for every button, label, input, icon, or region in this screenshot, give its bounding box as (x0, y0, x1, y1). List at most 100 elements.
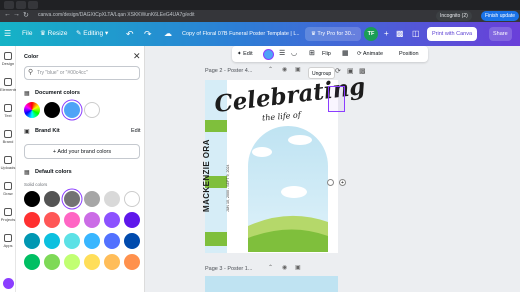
corner-rounding-icon[interactable]: ◡ (291, 46, 297, 62)
default-color-swatch[interactable] (64, 233, 80, 249)
print-with-canva-button[interactable]: Print with Canva (427, 27, 478, 41)
editing-mode-button[interactable]: ✎ Editing ▾ (76, 22, 108, 46)
default-color-swatch[interactable] (64, 254, 80, 270)
lock-icon[interactable]: ▣ (295, 66, 301, 73)
default-color-swatch[interactable] (84, 191, 100, 207)
default-color-swatch[interactable] (124, 212, 140, 228)
fill-color-button[interactable] (264, 50, 273, 59)
poster-dates[interactable]: JUN 10, 2000 - SEPT 9, 2024 (226, 152, 230, 212)
editing-label: Editing (83, 30, 104, 37)
next-page-preview[interactable] (205, 276, 338, 292)
close-icon[interactable]: ✕ (133, 51, 141, 62)
insights-icon[interactable]: ▩ (396, 22, 404, 46)
color-search-placeholder: Try "blue" or "#00c4cc" (37, 70, 88, 76)
try-pro-button[interactable]: ♛ Try Pro for 30... (305, 27, 362, 41)
document-title[interactable]: Copy of Floral 07B Funeral Poster Templa… (182, 28, 300, 40)
resize-label: Resize (47, 30, 68, 37)
url-text[interactable]: canva.com/design/DAGXtCpXLTA/Lqan XSKKWu… (38, 12, 194, 18)
document-color-swatch[interactable] (84, 102, 100, 118)
default-color-swatch[interactable] (84, 212, 100, 228)
rail-label: Uploads (0, 165, 16, 170)
comment-icon[interactable]: ◫ (412, 22, 420, 46)
undo-icon[interactable]: ↶ (126, 22, 134, 46)
animate-button[interactable]: ⟳ Animate (357, 46, 383, 62)
chevron-up-icon[interactable]: ⌃ (268, 66, 273, 73)
edit-image-button[interactable]: ✦ Edit (237, 46, 253, 62)
browser-tab[interactable] (16, 1, 26, 9)
rail-item-elements[interactable]: Elements (0, 78, 17, 92)
rail-item-projects[interactable]: Projects (0, 208, 16, 222)
page-label[interactable]: Page 3 - Poster 1... (205, 266, 252, 272)
flip-button[interactable]: Flip (322, 46, 331, 62)
rotate-icon[interactable]: ⟳ (335, 67, 341, 75)
default-color-swatch[interactable] (44, 254, 60, 270)
eye-icon[interactable]: ◉ (282, 66, 287, 73)
default-color-swatch[interactable] (24, 191, 40, 207)
default-color-swatch[interactable] (84, 254, 100, 270)
redo-icon[interactable]: ↷ (144, 22, 152, 46)
rail-item-text[interactable]: Text (0, 104, 16, 118)
file-menu-button[interactable]: File (22, 22, 32, 46)
brand-icon (4, 130, 12, 138)
browser-tab[interactable] (28, 1, 38, 9)
crop-icon[interactable]: ⊞ (309, 46, 315, 62)
eye-icon[interactable]: ◉ (282, 264, 287, 271)
resize-button[interactable]: ♛ Resize (40, 22, 68, 46)
default-color-swatch[interactable] (24, 233, 40, 249)
default-color-swatch[interactable] (24, 212, 40, 228)
rail-item-design[interactable]: Design (0, 52, 16, 66)
rail-item-uploads[interactable]: Uploads (0, 156, 16, 170)
default-color-swatch[interactable] (64, 212, 80, 228)
brand-kit-heading: Brand Kit (35, 128, 60, 134)
default-color-swatch[interactable] (44, 233, 60, 249)
transparency-icon[interactable]: ▦ (342, 46, 349, 62)
rail-label: Elements (0, 87, 17, 92)
default-color-swatch[interactable] (24, 254, 40, 270)
lock-icon[interactable]: ▣ (295, 264, 301, 271)
brand-kit-edit-link[interactable]: Edit (131, 128, 140, 134)
document-color-swatch[interactable] (44, 102, 60, 118)
rail-item-draw[interactable]: Draw (0, 182, 16, 196)
page-label[interactable]: Page 2 - Poster 4... (205, 68, 252, 74)
selection-frame[interactable] (328, 86, 345, 112)
add-element-handle[interactable]: + (339, 179, 346, 186)
default-color-swatch[interactable] (44, 212, 60, 228)
default-color-swatch[interactable] (124, 191, 140, 207)
incognito-badge[interactable]: Incognito (2) (436, 11, 472, 21)
add-brand-colors-button[interactable]: + Add your brand colors (24, 144, 140, 159)
default-color-swatch[interactable] (104, 191, 120, 207)
rotate-handle[interactable] (327, 179, 334, 186)
default-color-swatch[interactable] (64, 191, 80, 207)
share-button[interactable]: Share (489, 27, 512, 41)
default-color-swatch[interactable] (124, 233, 140, 249)
add-people-icon[interactable]: + (384, 22, 389, 46)
browser-tab[interactable] (4, 1, 14, 9)
default-color-swatch[interactable] (104, 233, 120, 249)
back-icon[interactable]: ← (4, 11, 11, 18)
finish-update-button[interactable]: Finish update (481, 11, 520, 21)
rail-item-apps[interactable]: Apps (0, 234, 16, 248)
magic-icon[interactable] (3, 278, 14, 289)
default-color-swatch[interactable] (104, 254, 120, 270)
document-color-swatch[interactable] (64, 102, 80, 118)
brand-kit-icon: ▣ (24, 129, 30, 135)
folder-icon (4, 208, 12, 216)
avatar[interactable]: TF (364, 27, 378, 41)
add-brand-colors-label: Add your brand colors (57, 149, 112, 155)
default-color-swatch[interactable] (124, 254, 140, 270)
default-color-swatch[interactable] (84, 233, 100, 249)
forward-icon[interactable]: → (13, 11, 20, 18)
add-color-swatch[interactable] (24, 102, 40, 118)
reload-icon[interactable]: ↻ (23, 11, 29, 19)
menu-icon[interactable]: ☰ (4, 22, 11, 46)
position-button[interactable]: Position (399, 46, 419, 62)
crown-icon: ♛ (40, 30, 46, 37)
chevron-up-icon[interactable]: ⌃ (268, 264, 273, 271)
poster-name[interactable]: MACKENZIE ORA (202, 139, 213, 212)
rail-item-brand[interactable]: Brand (0, 130, 16, 144)
cloud-save-icon[interactable]: ☁ (164, 22, 172, 46)
default-color-swatch[interactable] (44, 191, 60, 207)
border-style-icon[interactable]: ☰ (279, 46, 285, 62)
document-colors-heading: Document colors (35, 90, 80, 96)
default-color-swatch[interactable] (104, 212, 120, 228)
